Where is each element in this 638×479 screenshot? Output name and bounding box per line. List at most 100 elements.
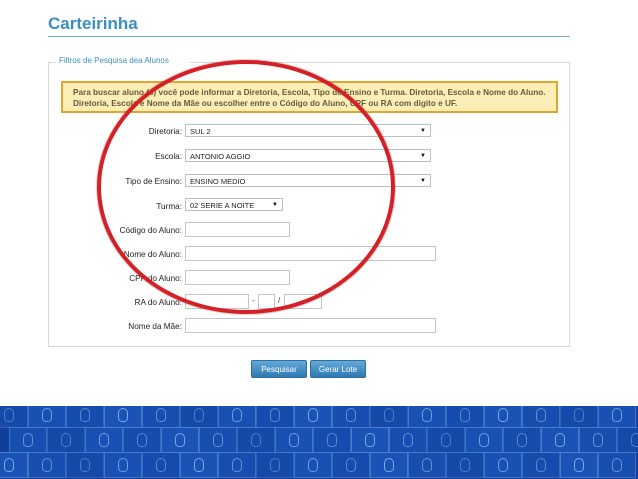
computer-mouse-icon: [593, 433, 603, 447]
page-title: Carteirinha: [48, 14, 138, 33]
footer-tile: [332, 452, 370, 478]
footer-tile: [47, 427, 85, 453]
turma-value: 02 SERIE A NOITE: [190, 201, 255, 210]
footer-tile: [427, 427, 465, 453]
nome-aluno-input[interactable]: [185, 246, 436, 261]
footer-tile: [598, 452, 636, 478]
footer-tile: [256, 406, 294, 428]
footer-tile: [484, 452, 522, 478]
computer-mouse-icon: [156, 458, 166, 472]
ra-dash-separator: -: [252, 296, 255, 305]
turma-select[interactable]: 02 SERIE A NOITE ▼: [185, 198, 283, 211]
cpf-aluno-input[interactable]: [185, 270, 290, 285]
computer-mouse-icon: [327, 433, 337, 447]
ra-aluno-label: RA do Aluno:: [134, 298, 182, 307]
computer-mouse-icon: [479, 433, 489, 447]
computer-mouse-icon: [403, 433, 413, 447]
computer-mouse-icon: [460, 458, 470, 472]
chevron-down-icon: ▼: [272, 202, 278, 208]
computer-mouse-icon: [4, 458, 14, 472]
computer-mouse-icon: [118, 458, 128, 472]
footer-tile: [465, 427, 503, 453]
footer-tile: [598, 406, 636, 428]
computer-mouse-icon: [384, 408, 394, 422]
footer-tile: [370, 406, 408, 428]
computer-mouse-icon: [346, 458, 356, 472]
footer-tile: [123, 427, 161, 453]
codigo-aluno-input[interactable]: [185, 222, 290, 237]
chevron-down-icon: ▼: [420, 128, 426, 134]
footer-tile: [180, 452, 218, 478]
computer-mouse-icon: [175, 433, 185, 447]
footer-tile: [522, 406, 560, 428]
computer-mouse-icon: [517, 433, 527, 447]
computer-mouse-icon: [251, 433, 261, 447]
footer-tile: [484, 406, 522, 428]
footer-tile: [218, 452, 256, 478]
footer-tile: [351, 427, 389, 453]
computer-mouse-icon: [270, 458, 280, 472]
computer-mouse-icon: [137, 433, 147, 447]
computer-mouse-icon: [536, 408, 546, 422]
computer-mouse-icon: [23, 433, 33, 447]
cpf-aluno-label: CPF do Aluno:: [129, 274, 182, 283]
escola-select[interactable]: ANTONIO AGGIO ▼: [185, 149, 431, 162]
computer-mouse-icon: [4, 408, 14, 422]
footer-tile: [85, 427, 123, 453]
computer-mouse-icon: [194, 408, 204, 422]
ra-digit-input[interactable]: [258, 294, 275, 309]
computer-mouse-icon: [536, 458, 546, 472]
search-button[interactable]: Pesquisar: [251, 360, 307, 378]
nome-mae-input[interactable]: [185, 318, 436, 333]
footer-tile: [180, 406, 218, 428]
footer-tile: [237, 427, 275, 453]
footer-tile: [9, 427, 47, 453]
computer-mouse-icon: [118, 408, 128, 422]
computer-mouse-icon: [612, 458, 622, 472]
footer-tile: [104, 406, 142, 428]
computer-mouse-icon: [213, 433, 223, 447]
generate-batch-button[interactable]: Gerar Lote: [310, 360, 366, 378]
footer-tile: [503, 427, 541, 453]
computer-mouse-icon: [289, 433, 299, 447]
footer-tile: [275, 427, 313, 453]
ra-number-input[interactable]: [185, 294, 249, 309]
computer-mouse-icon: [156, 408, 166, 422]
computer-mouse-icon: [422, 458, 432, 472]
diretoria-label: Diretoria:: [148, 127, 182, 136]
computer-mouse-icon: [574, 458, 584, 472]
footer-banner: [0, 406, 638, 479]
computer-mouse-icon: [42, 408, 52, 422]
footer-tile: [522, 452, 560, 478]
computer-mouse-icon: [80, 408, 90, 422]
computer-mouse-icon: [346, 408, 356, 422]
nome-aluno-label: Nome do Aluno:: [123, 250, 182, 259]
footer-tile: [218, 406, 256, 428]
computer-mouse-icon: [232, 408, 242, 422]
computer-mouse-icon: [308, 458, 318, 472]
computer-mouse-icon: [422, 408, 432, 422]
computer-mouse-icon: [574, 408, 584, 422]
computer-mouse-icon: [498, 408, 508, 422]
footer-tile: [28, 452, 66, 478]
computer-mouse-icon: [308, 408, 318, 422]
computer-mouse-icon: [460, 408, 470, 422]
footer-tile: [617, 427, 638, 453]
footer-tile: [0, 406, 28, 428]
diretoria-select[interactable]: SUL 2 ▼: [185, 124, 431, 137]
footer-tile: [370, 452, 408, 478]
footer-tile: [294, 452, 332, 478]
footer-tile: [446, 452, 484, 478]
footer-tile: [408, 406, 446, 428]
search-instructions: Para buscar aluno (s) você pode informar…: [61, 81, 558, 113]
computer-mouse-icon: [99, 433, 109, 447]
computer-mouse-icon: [61, 433, 71, 447]
escola-value: ANTONIO AGGIO: [190, 152, 251, 161]
footer-tile: [560, 452, 598, 478]
footer-tile: [104, 452, 142, 478]
footer-tile: [66, 406, 104, 428]
footer-tile: [142, 452, 180, 478]
tipo-ensino-select[interactable]: ENSINO MEDIO ▼: [185, 174, 431, 187]
footer-tile: [28, 406, 66, 428]
ra-uf-input[interactable]: [284, 294, 322, 309]
